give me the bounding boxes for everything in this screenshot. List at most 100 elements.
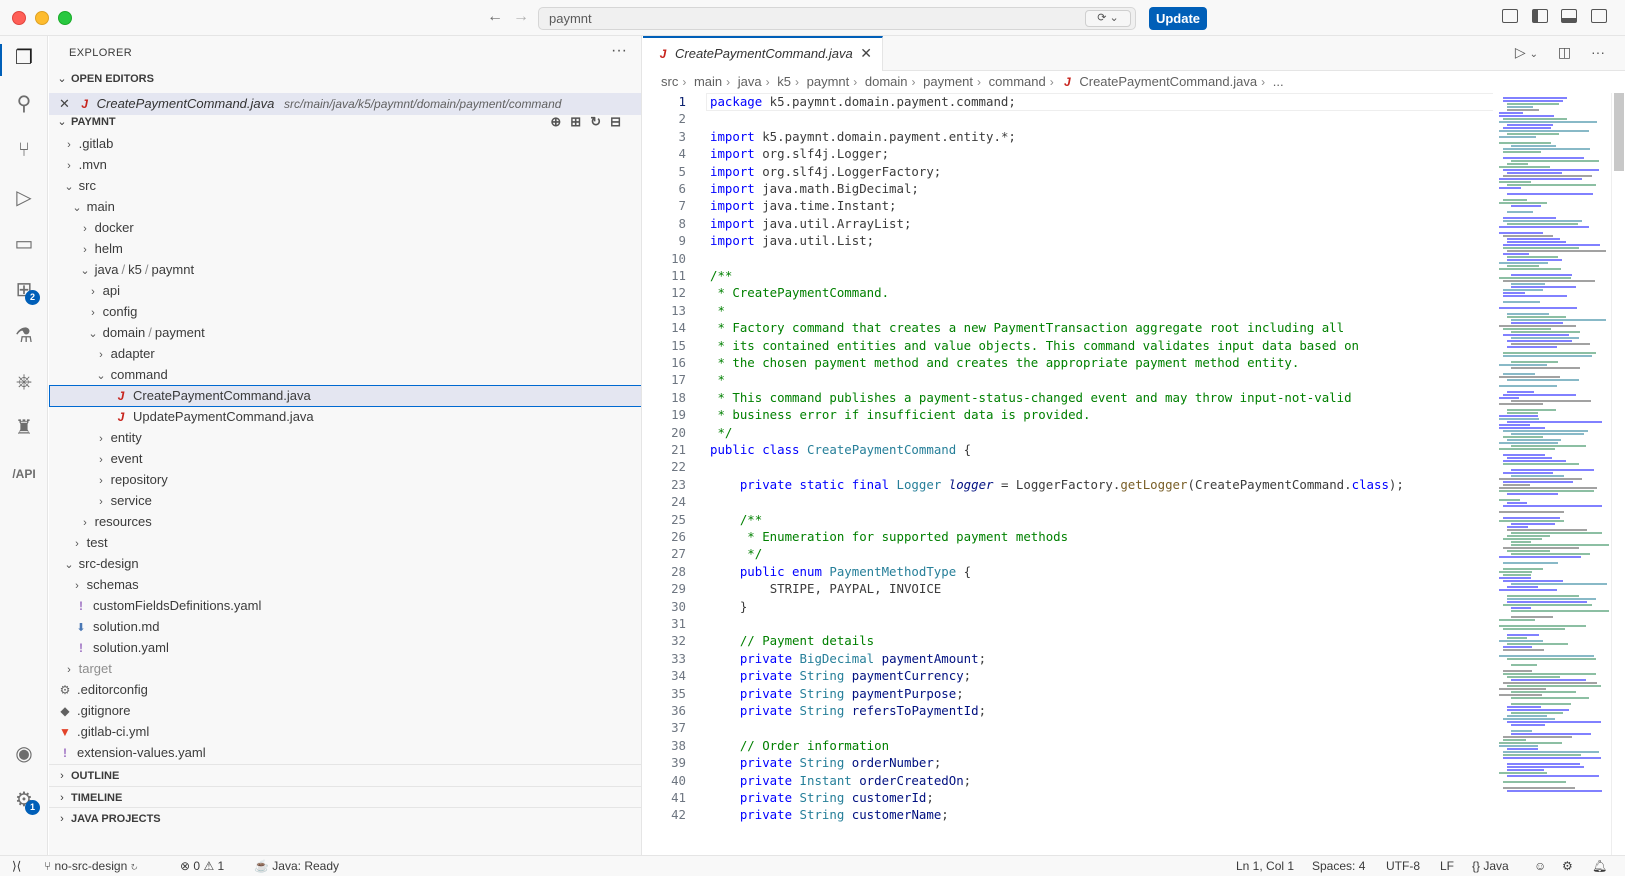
python-icon[interactable]: ♜: [12, 416, 36, 440]
tree-file[interactable]: ! extension-values.yaml: [49, 742, 641, 764]
minimap-line: [1507, 124, 1553, 126]
refresh-icon[interactable]: ↻: [590, 114, 610, 129]
search-icon[interactable]: ⚲: [12, 92, 36, 116]
forward-arrow-icon[interactable]: →: [513, 8, 529, 26]
code-editor[interactable]: 1 package k5.paymnt.domain.payment.comman…: [643, 93, 1493, 855]
toggle-primary-sidebar-icon[interactable]: [1531, 9, 1548, 23]
copilot-chat-icon[interactable]: ⟳ ⌄: [1085, 10, 1131, 27]
tree-folder[interactable]: ⌄ src: [49, 175, 641, 197]
tree-folder[interactable]: ⌄ src-design: [49, 553, 641, 575]
kubernetes-icon[interactable]: ⎈: [12, 370, 36, 394]
toggle-secondary-sidebar-icon[interactable]: [1591, 9, 1607, 23]
copilot-icon[interactable]: ☺: [1534, 856, 1546, 876]
back-arrow-icon[interactable]: ←: [487, 8, 503, 26]
api-icon[interactable]: /API: [12, 462, 36, 486]
tree-folder[interactable]: › event: [49, 448, 641, 470]
tree-file[interactable]: ! customFieldsDefinitions.yaml: [49, 595, 641, 617]
tree-file[interactable]: ◆ .gitignore: [49, 700, 641, 722]
java-projects-section[interactable]: › JAVA PROJECTS: [49, 807, 641, 829]
collapse-all-icon[interactable]: ⊟: [610, 114, 630, 129]
more-actions-icon[interactable]: ···: [1591, 44, 1605, 60]
branch-indicator[interactable]: ⑂ no-src-design ↻: [44, 856, 138, 876]
vertical-scrollbar[interactable]: [1611, 93, 1625, 855]
tree-folder[interactable]: ⌄ command: [49, 364, 641, 386]
breadcrumb-item[interactable]: payment: [923, 74, 973, 89]
project-section[interactable]: ⌄ PAYMNT ⊕⊞↻⊟: [49, 111, 641, 133]
tree-folder[interactable]: › api: [49, 280, 641, 302]
tree-folder[interactable]: › docker: [49, 217, 641, 239]
accounts-icon[interactable]: ◉: [12, 742, 36, 766]
remote-indicator-icon[interactable]: ⟩⟨: [12, 856, 21, 876]
run-debug-icon[interactable]: ▷: [12, 186, 36, 210]
breadcrumb-item[interactable]: paymnt: [807, 74, 850, 89]
tree-folder[interactable]: › service: [49, 490, 641, 512]
toggle-panel-icon[interactable]: [1561, 9, 1578, 23]
tab-create-payment-command[interactable]: J CreatePaymentCommand.java ✕: [643, 36, 883, 71]
encoding[interactable]: UTF-8: [1386, 856, 1420, 876]
remote-explorer-icon[interactable]: ▭: [12, 232, 36, 256]
breadcrumb-item[interactable]: ...: [1273, 74, 1284, 89]
customize-layout-icon[interactable]: [1502, 9, 1519, 23]
code-token: private: [739, 772, 793, 788]
gear-icon[interactable]: ⚙: [1562, 856, 1573, 876]
close-tab-icon[interactable]: ✕: [860, 38, 872, 69]
tree-folder[interactable]: › adapter: [49, 343, 641, 365]
tree-folder[interactable]: ⌄ domain / payment: [49, 322, 641, 344]
open-editors-section[interactable]: ⌄ OPEN EDITORS: [49, 68, 641, 90]
outline-section[interactable]: › OUTLINE: [49, 765, 641, 787]
breadcrumb-item[interactable]: CreatePaymentCommand.java: [1079, 74, 1257, 89]
breadcrumb-item[interactable]: src: [661, 74, 678, 89]
problems-indicator[interactable]: ⊗ 0 ⚠ 1: [180, 856, 224, 876]
tree-folder[interactable]: › resources: [49, 511, 641, 533]
tree-folder[interactable]: › target: [49, 658, 641, 680]
tree-folder[interactable]: › repository: [49, 469, 641, 491]
tree-folder[interactable]: ⌄ main: [49, 196, 641, 218]
run-icon[interactable]: ▷: [1515, 44, 1526, 60]
tree-folder[interactable]: › schemas: [49, 574, 641, 596]
split-editor-icon[interactable]: ◫: [1558, 44, 1571, 60]
new-file-icon[interactable]: ⊕: [550, 114, 570, 129]
tree-file[interactable]: ⚙ .editorconfig: [49, 679, 641, 701]
minimap-line: [1503, 682, 1597, 684]
explorer-icon[interactable]: ❐: [12, 46, 36, 70]
close-window-button[interactable]: [12, 11, 26, 25]
more-actions-icon[interactable]: ···: [611, 42, 627, 60]
scrollbar-thumb[interactable]: [1614, 93, 1624, 171]
testing-icon[interactable]: ⚗: [12, 324, 36, 348]
chevron-right-icon: ›: [99, 475, 103, 487]
tree-folder[interactable]: › config: [49, 301, 641, 323]
update-button[interactable]: Update: [1149, 7, 1207, 30]
end-of-line[interactable]: LF: [1440, 856, 1454, 876]
minimap[interactable]: [1493, 93, 1611, 855]
language-mode[interactable]: {} Java: [1472, 856, 1509, 876]
tree-folder[interactable]: › .gitlab: [49, 133, 641, 155]
breadcrumb-item[interactable]: command: [989, 74, 1046, 89]
chevron-down-icon[interactable]: ⌄: [1530, 49, 1538, 60]
tree-folder[interactable]: › helm: [49, 238, 641, 260]
breadcrumb-item[interactable]: main: [694, 74, 722, 89]
code-token: org.slf4j.LoggerFactory;: [754, 163, 942, 179]
tree-file[interactable]: ▼ .gitlab-ci.yml: [49, 721, 641, 743]
tree-folder[interactable]: ⌄ java / k5/paymnt: [49, 259, 641, 281]
command-center-search[interactable]: paymnt ⟳ ⌄: [538, 7, 1136, 30]
tree-file[interactable]: ⬇ solution.md: [49, 616, 641, 638]
breadcrumb-item[interactable]: k5: [777, 74, 791, 89]
line-number: 30: [671, 598, 686, 614]
notifications-bell-icon[interactable]: 🔔︎: [1592, 856, 1607, 876]
tree-folder[interactable]: › .mvn: [49, 154, 641, 176]
tree-file[interactable]: ! solution.yaml: [49, 637, 641, 659]
cursor-position[interactable]: Ln 1, Col 1: [1236, 856, 1294, 876]
tree-folder[interactable]: › entity: [49, 427, 641, 449]
tree-folder[interactable]: › test: [49, 532, 641, 554]
zoom-window-button[interactable]: [58, 11, 72, 25]
indentation[interactable]: Spaces: 4: [1312, 856, 1365, 876]
timeline-section[interactable]: › TIMELINE: [49, 786, 641, 808]
minimize-window-button[interactable]: [35, 11, 49, 25]
java-status[interactable]: ☕ Java: Ready: [254, 856, 339, 876]
new-folder-icon[interactable]: ⊞: [570, 114, 590, 129]
breadcrumb-item[interactable]: java: [738, 74, 762, 89]
source-control-icon[interactable]: ⑂: [12, 138, 36, 162]
tree-file[interactable]: J UpdatePaymentCommand.java: [49, 406, 641, 428]
breadcrumb-item[interactable]: domain: [865, 74, 908, 89]
tree-file-selected[interactable]: J CreatePaymentCommand.java: [49, 385, 641, 407]
